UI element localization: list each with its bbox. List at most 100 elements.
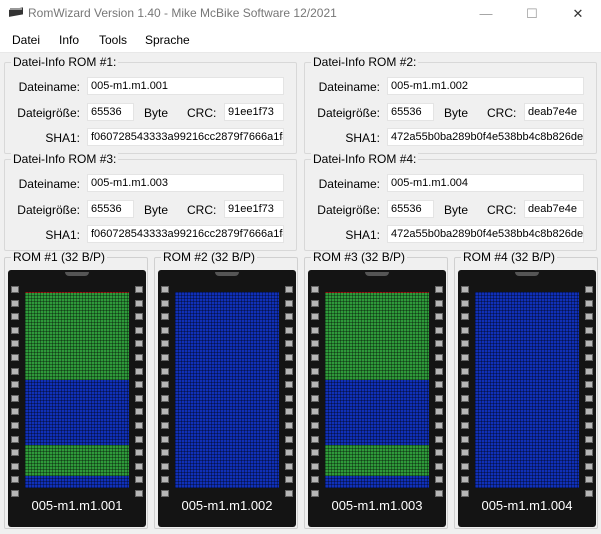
chip-pin (161, 394, 169, 402)
chip-pin (311, 449, 319, 457)
chip-pin (435, 381, 443, 389)
chip-pin (585, 408, 593, 416)
rom-chip-icon (9, 7, 23, 17)
menu-datei[interactable]: Datei (12, 33, 40, 47)
chip-pin (161, 462, 169, 470)
chip-pin (11, 476, 19, 484)
chip-pin (161, 367, 169, 375)
chip-pin (311, 394, 319, 402)
crc-field[interactable]: 91ee1f73 (224, 103, 284, 121)
chip-pin (285, 476, 293, 484)
rom-view-1: ROM #1 (32 B/P) 005-m1.m1.001 (4, 251, 148, 529)
chip-title: ROM #2 (32 B/P) (161, 250, 258, 264)
close-icon: ✕ (572, 5, 584, 21)
menu-info[interactable]: Info (59, 33, 79, 47)
chip-pin (161, 489, 169, 497)
chip-notch (365, 272, 389, 276)
chip-pin (285, 449, 293, 457)
rom-chip[interactable]: 005-m1.m1.003 (308, 270, 446, 527)
crc-field[interactable]: deab7e4e (524, 200, 584, 218)
chip-pin (11, 449, 19, 457)
chip-pin (11, 489, 19, 497)
group-title: Datei-Info ROM #1: (11, 55, 119, 69)
menu-tools[interactable]: Tools (99, 33, 127, 47)
chip-pin (11, 340, 19, 348)
chip-pin (435, 353, 443, 361)
chip-pin (435, 421, 443, 429)
crc-field[interactable]: 91ee1f73 (224, 200, 284, 218)
filesize-field[interactable]: 65536 (87, 200, 134, 218)
rom-view-3: ROM #3 (32 B/P) 005-m1.m1.003 (304, 251, 448, 529)
crc-label: CRC: (187, 203, 217, 217)
chip-pin (311, 381, 319, 389)
chip-pin (285, 340, 293, 348)
rom-info-group-2: Datei-Info ROM #2: Dateiname: 005-m1.m1.… (304, 56, 597, 154)
chip-pin (11, 353, 19, 361)
rom-chip[interactable]: 005-m1.m1.001 (8, 270, 146, 527)
chip-pin (435, 462, 443, 470)
chip-pin (461, 313, 469, 321)
chip-pin (135, 489, 143, 497)
sha1-field[interactable]: 472a55b0ba289b0f4e538bb4c8b826dec (387, 225, 584, 243)
sha1-label: SHA1: (45, 131, 80, 145)
chip-pin (285, 299, 293, 307)
crc-field[interactable]: deab7e4e (524, 103, 584, 121)
filename-field[interactable]: 005-m1.m1.003 (87, 174, 284, 192)
chip-pin (435, 476, 443, 484)
filename-label: Dateiname: (18, 80, 80, 94)
chip-pin (11, 299, 19, 307)
chip-pin (585, 449, 593, 457)
filesize-field[interactable]: 65536 (387, 103, 434, 121)
byte-map[interactable] (175, 292, 279, 488)
rom-chip[interactable]: 005-m1.m1.002 (158, 270, 296, 527)
chip-pin (311, 489, 319, 497)
chip-pin (161, 435, 169, 443)
chip-pin (585, 421, 593, 429)
rom-chip[interactable]: 005-m1.m1.004 (458, 270, 596, 527)
byte-label: Byte (144, 203, 169, 217)
chip-pin (11, 421, 19, 429)
byte-map[interactable] (475, 292, 579, 488)
sha1-field[interactable]: f060728543333a99216cc2879f7666a1f4 (87, 128, 284, 146)
chip-pin (435, 326, 443, 334)
sha1-field[interactable]: 472a55b0ba289b0f4e538bb4c8b826dec (387, 128, 584, 146)
group-title: Datei-Info ROM #4: (311, 152, 419, 166)
chip-pin (461, 421, 469, 429)
chip-pin (461, 489, 469, 497)
chip-pin (11, 435, 19, 443)
chip-pin (135, 394, 143, 402)
chip-pin (285, 381, 293, 389)
chip-pin (285, 421, 293, 429)
close-button[interactable]: ✕ (555, 0, 601, 27)
sha1-label: SHA1: (345, 228, 380, 242)
filesize-label: Dateigröße: (317, 203, 380, 217)
filename-field[interactable]: 005-m1.m1.004 (387, 174, 584, 192)
chip-pin (285, 353, 293, 361)
chip-pin (135, 421, 143, 429)
menu-bar: Datei Info Tools Sprache (0, 27, 601, 53)
chip-pin (585, 313, 593, 321)
chip-title: ROM #3 (32 B/P) (311, 250, 408, 264)
chip-pins-right (585, 286, 595, 504)
byte-map[interactable] (325, 292, 429, 488)
menu-sprache[interactable]: Sprache (145, 33, 190, 47)
chip-pin (311, 421, 319, 429)
byte-map[interactable] (25, 292, 129, 488)
chip-pin (285, 286, 293, 293)
filename-field[interactable]: 005-m1.m1.002 (387, 77, 584, 95)
chip-pin (135, 286, 143, 293)
sha1-field[interactable]: f060728543333a99216cc2879f7666a1f4 (87, 225, 284, 243)
maximize-button[interactable]: ☐ (509, 0, 555, 27)
sha1-label: SHA1: (45, 228, 80, 242)
chip-pins-left (461, 286, 471, 504)
chip-pin (461, 340, 469, 348)
crc-label: CRC: (187, 106, 217, 120)
chip-pin (585, 462, 593, 470)
chip-pins-left (311, 286, 321, 504)
filesize-field[interactable]: 65536 (87, 103, 134, 121)
minimize-button[interactable]: — (463, 0, 509, 27)
chip-pin (461, 408, 469, 416)
filename-field[interactable]: 005-m1.m1.001 (87, 77, 284, 95)
filesize-field[interactable]: 65536 (387, 200, 434, 218)
chip-pins-right (135, 286, 145, 504)
